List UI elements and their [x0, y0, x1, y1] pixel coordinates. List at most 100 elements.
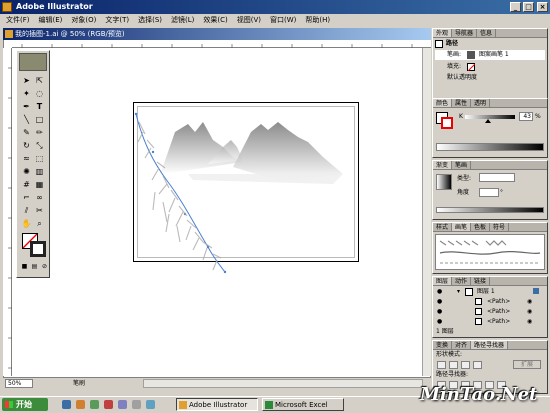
- symbol-sprayer-tool-icon[interactable]: ✺: [21, 166, 32, 177]
- free-transform-tool-icon[interactable]: ⬚: [34, 153, 45, 164]
- tab-color[interactable]: 颜色: [433, 99, 453, 107]
- quicklaunch-ie-icon[interactable]: [62, 400, 71, 409]
- tab-brushes[interactable]: 画笔: [452, 223, 472, 231]
- tab-stroke[interactable]: 笔画: [452, 161, 472, 169]
- start-button[interactable]: 开始: [2, 398, 48, 411]
- tab-swatches[interactable]: 色板: [471, 223, 491, 231]
- blend-tool-icon[interactable]: ∞: [34, 192, 45, 203]
- rotate-tool-icon[interactable]: ↻: [21, 140, 32, 151]
- quicklaunch-explorer-icon[interactable]: [118, 400, 127, 409]
- rectangle-tool-icon[interactable]: □: [34, 114, 45, 125]
- menu-help[interactable]: 帮助(H): [305, 14, 330, 26]
- tab-pathfinder[interactable]: 路径寻找器: [471, 341, 509, 349]
- path-row-3[interactable]: ● <Path> ◉: [435, 318, 545, 327]
- gradient-type-select[interactable]: [479, 173, 515, 182]
- menu-file[interactable]: 文件(F): [6, 14, 30, 26]
- tab-layers[interactable]: 图层: [433, 277, 453, 285]
- tab-transform[interactable]: 变换: [433, 341, 453, 349]
- horizontal-scrollbar[interactable]: [143, 379, 423, 388]
- lasso-tool-icon[interactable]: ◌: [34, 88, 45, 99]
- layer-thumbnail: [465, 288, 473, 296]
- visibility-eye-icon[interactable]: ●: [437, 308, 442, 316]
- zoom-field[interactable]: 50%: [5, 379, 33, 388]
- tab-transparency[interactable]: 透明: [471, 99, 491, 107]
- minimize-button[interactable]: _: [510, 2, 521, 12]
- graph-tool-icon[interactable]: ▥: [34, 166, 45, 177]
- maximize-button[interactable]: □: [523, 2, 534, 12]
- exclude-shape-icon[interactable]: [473, 361, 482, 369]
- close-button[interactable]: ×: [537, 2, 548, 12]
- pencil-tool-icon[interactable]: ✏: [34, 127, 45, 138]
- menu-filter[interactable]: 滤镜(L): [171, 14, 194, 26]
- k-slider-thumb[interactable]: [485, 119, 491, 123]
- quicklaunch-misc-icon[interactable]: [132, 400, 141, 409]
- tab-styles[interactable]: 样式: [433, 223, 453, 231]
- appearance-stroke-row[interactable]: 笔画: 图案画笔 1: [435, 50, 545, 60]
- stroke-swatch[interactable]: [30, 241, 46, 257]
- tab-actions[interactable]: 动作: [452, 277, 472, 285]
- paintbrush-tool-icon[interactable]: ✎: [21, 127, 32, 138]
- none-mode-icon[interactable]: ⊘: [39, 261, 50, 272]
- layer-row[interactable]: ● ▾ 图层 1: [435, 287, 545, 297]
- color-stroke-box[interactable]: [441, 117, 453, 129]
- appearance-fill-row[interactable]: 填充:: [435, 62, 545, 72]
- menu-window[interactable]: 窗口(W): [270, 14, 296, 26]
- slice-tool-icon[interactable]: ⫽: [21, 205, 32, 216]
- target-icon[interactable]: ◉: [527, 308, 532, 316]
- app-title: Adobe Illustrator: [16, 2, 93, 11]
- visibility-eye-icon[interactable]: ●: [437, 318, 442, 326]
- menu-select[interactable]: 选择(S): [138, 14, 162, 26]
- scale-tool-icon[interactable]: ⤡: [34, 140, 45, 151]
- k-value-field[interactable]: 43: [519, 112, 533, 121]
- tab-navigator[interactable]: 导航器: [452, 29, 478, 37]
- path-row-2[interactable]: ● <Path> ◉: [435, 308, 545, 317]
- target-icon[interactable]: ◉: [527, 318, 532, 326]
- visibility-eye-icon[interactable]: ●: [437, 298, 442, 306]
- selection-tool-icon[interactable]: ➤: [21, 75, 32, 86]
- taskbar-illustrator-button[interactable]: Adobe Illustrator: [176, 398, 258, 411]
- quicklaunch-desktop-icon[interactable]: [76, 400, 85, 409]
- menu-type[interactable]: 文字(T): [105, 14, 129, 26]
- tab-attributes[interactable]: 属性: [452, 99, 472, 107]
- quicklaunch-media-icon[interactable]: [90, 400, 99, 409]
- menu-effect[interactable]: 效果(C): [203, 14, 227, 26]
- gradient-angle-field[interactable]: [479, 188, 499, 197]
- menu-view[interactable]: 视图(V): [237, 14, 261, 26]
- menu-object[interactable]: 对象(O): [71, 14, 96, 26]
- ink-landscape-artwork[interactable]: [133, 102, 359, 277]
- tab-align[interactable]: 对齐: [452, 341, 472, 349]
- quicklaunch-extra-icon[interactable]: [146, 400, 155, 409]
- eyedropper-tool-icon[interactable]: ⌐: [21, 192, 32, 203]
- tab-symbols[interactable]: 符号: [490, 223, 510, 231]
- pen-tool-icon[interactable]: ✒: [21, 101, 32, 112]
- quicklaunch-app-icon[interactable]: [104, 400, 113, 409]
- target-icon[interactable]: ◉: [527, 298, 532, 306]
- vertical-scrollbar[interactable]: [422, 48, 431, 376]
- line-tool-icon[interactable]: ╲: [21, 114, 32, 125]
- visibility-eye-icon[interactable]: ●: [437, 288, 442, 296]
- hand-tool-icon[interactable]: ✋: [21, 218, 32, 229]
- gradient-slider[interactable]: [436, 207, 544, 213]
- taskbar-excel-button[interactable]: Microsoft Excel: [262, 398, 344, 411]
- menu-edit[interactable]: 编辑(E): [39, 14, 63, 26]
- expand-triangle-icon[interactable]: ▾: [457, 288, 460, 296]
- expand-button[interactable]: 扩展: [513, 360, 541, 369]
- gradient-tool-icon[interactable]: ▦: [34, 179, 45, 190]
- tab-info[interactable]: 信息: [477, 29, 497, 37]
- scissors-tool-icon[interactable]: ✂: [34, 205, 45, 216]
- direct-selection-tool-icon[interactable]: ⇱: [34, 75, 45, 86]
- intersect-shape-icon[interactable]: [461, 361, 470, 369]
- path-row-1[interactable]: ● <Path> ◉: [435, 298, 545, 307]
- tab-appearance[interactable]: 外观: [433, 29, 453, 37]
- zoom-tool-icon[interactable]: ⌕: [34, 218, 45, 229]
- magic-wand-tool-icon[interactable]: ✦: [21, 88, 32, 99]
- subtract-shape-icon[interactable]: [449, 361, 458, 369]
- warp-tool-icon[interactable]: ≈: [21, 153, 32, 164]
- type-tool-icon[interactable]: T: [34, 101, 45, 112]
- add-shape-icon[interactable]: [437, 361, 446, 369]
- tab-links[interactable]: 链接: [471, 277, 491, 285]
- brush-list[interactable]: [435, 234, 545, 270]
- mesh-tool-icon[interactable]: #: [21, 179, 32, 190]
- tab-gradient[interactable]: 渐变: [433, 161, 453, 169]
- color-ramp[interactable]: [436, 143, 544, 151]
